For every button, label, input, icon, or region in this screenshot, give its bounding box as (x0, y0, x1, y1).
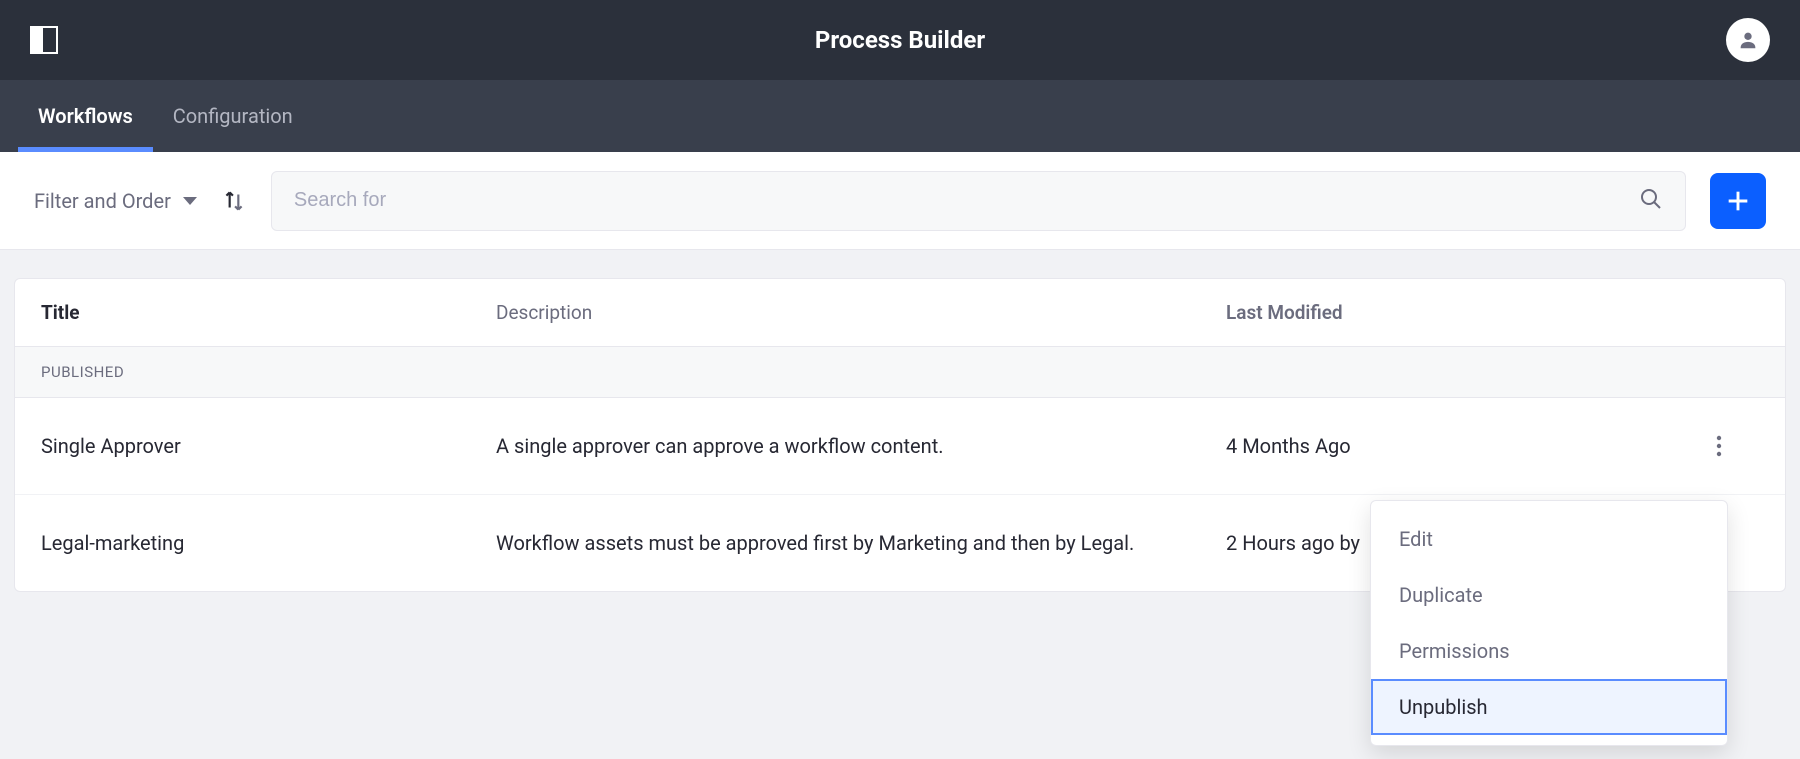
column-header-description[interactable]: Description (496, 301, 1226, 324)
add-button[interactable] (1710, 173, 1766, 229)
menu-item-edit[interactable]: Edit (1371, 511, 1727, 567)
column-header-actions (1699, 301, 1759, 324)
caret-down-icon (183, 197, 197, 205)
section-published-label: PUBLISHED (15, 347, 1785, 398)
filter-order-dropdown[interactable]: Filter and Order (34, 189, 197, 213)
menu-item-permissions[interactable]: Permissions (1371, 623, 1727, 679)
table-row[interactable]: Single Approver A single approver can ap… (15, 398, 1785, 495)
user-avatar[interactable] (1726, 18, 1770, 62)
sort-button[interactable] (221, 188, 247, 214)
sidebar-toggle-icon[interactable] (30, 26, 58, 54)
top-bar: Process Builder (0, 0, 1800, 80)
column-header-title[interactable]: Title (41, 301, 496, 324)
row-title: Legal-marketing (41, 531, 496, 555)
tab-bar: Workflows Configuration (0, 80, 1800, 152)
plus-icon (1724, 187, 1752, 215)
tab-configuration[interactable]: Configuration (153, 80, 313, 152)
user-icon (1737, 29, 1759, 51)
menu-item-duplicate[interactable]: Duplicate (1371, 567, 1727, 623)
tab-configuration-label: Configuration (173, 104, 293, 128)
row-description: Workflow assets must be approved first b… (496, 531, 1226, 555)
sort-icon (221, 188, 247, 214)
row-description: A single approver can approve a workflow… (496, 434, 1226, 458)
row-actions-menu: Edit Duplicate Permissions Unpublish (1370, 500, 1728, 746)
row-last-modified: 4 Months Ago (1226, 434, 1699, 458)
row-title: Single Approver (41, 434, 496, 458)
filter-order-label: Filter and Order (34, 189, 171, 213)
app-title: Process Builder (815, 26, 985, 54)
kebab-icon (1716, 435, 1722, 457)
row-actions-button[interactable] (1699, 426, 1739, 466)
tab-workflows-label: Workflows (38, 104, 133, 128)
search-icon[interactable] (1639, 187, 1663, 215)
search-input[interactable] (294, 189, 1639, 212)
menu-item-unpublish[interactable]: Unpublish (1371, 679, 1727, 735)
column-header-last-modified[interactable]: Last Modified (1226, 301, 1699, 324)
toolbar: Filter and Order (0, 152, 1800, 250)
table-header: Title Description Last Modified (15, 279, 1785, 347)
tab-workflows[interactable]: Workflows (18, 80, 153, 152)
search-field (271, 171, 1686, 231)
